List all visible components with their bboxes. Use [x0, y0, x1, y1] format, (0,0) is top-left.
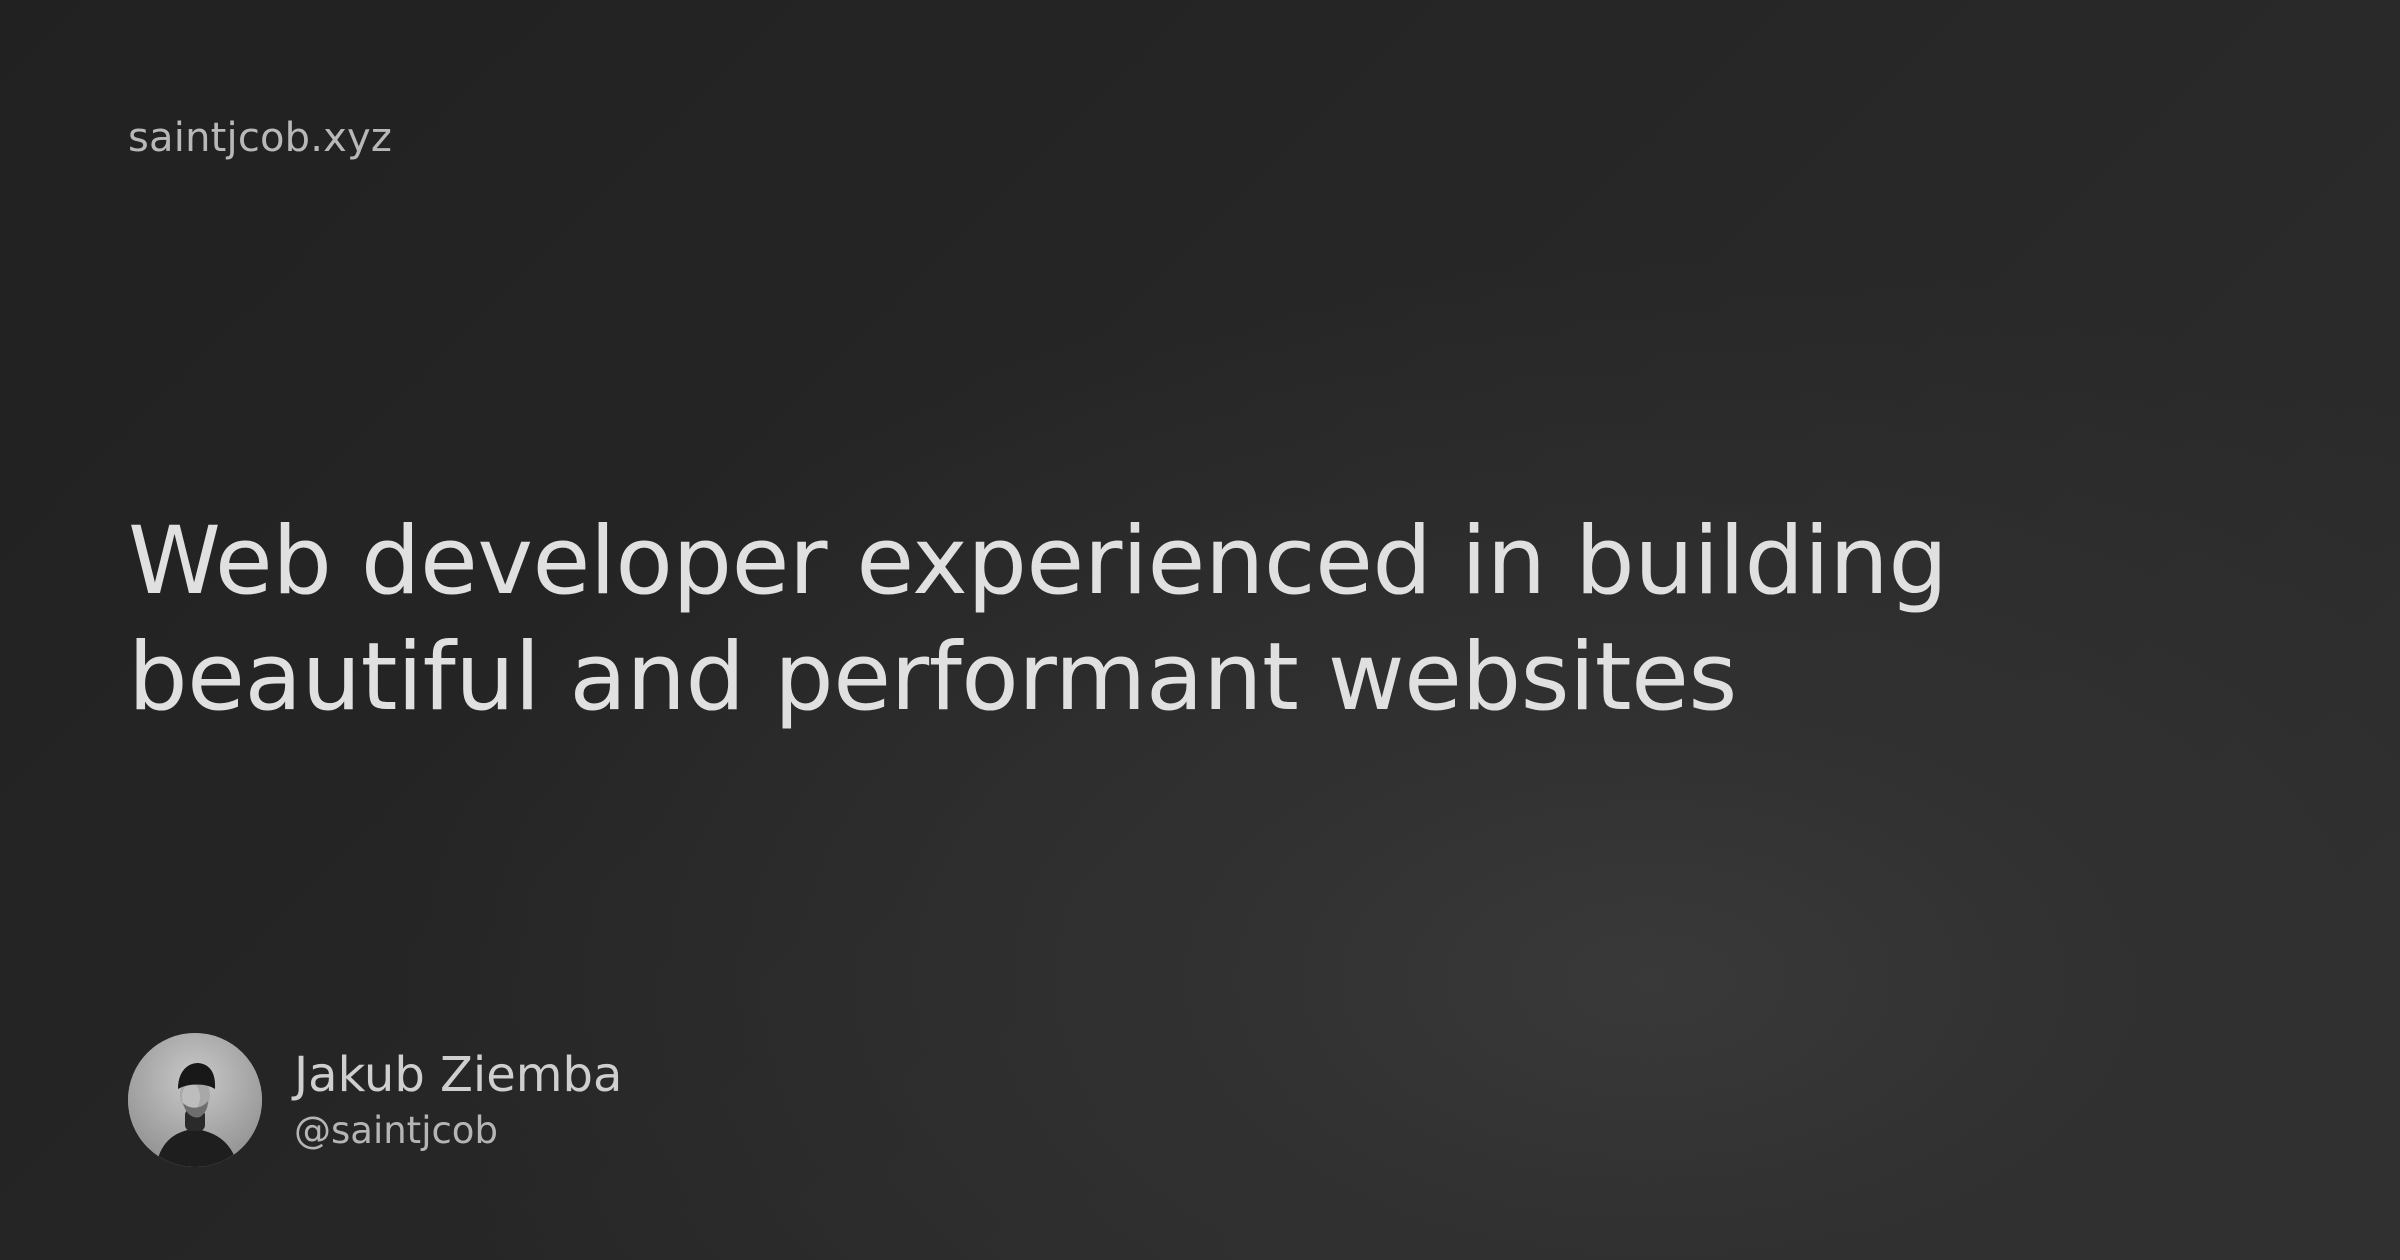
avatar [128, 1033, 262, 1167]
headline-line-2: beautiful and performant websites [128, 623, 1737, 732]
headline-line-1: Web developer experienced in building [128, 507, 1948, 616]
author-text: Jakub Ziemba @saintjcob [294, 1045, 622, 1155]
author-name: Jakub Ziemba [294, 1047, 623, 1103]
page-headline: Web developer experienced in building be… [128, 504, 2228, 736]
site-domain: saintjcob.xyz [128, 115, 393, 161]
author-handle: @saintjcob [294, 1109, 498, 1152]
person-portrait-icon [128, 1033, 262, 1167]
author-card: Jakub Ziemba @saintjcob [128, 1032, 622, 1168]
